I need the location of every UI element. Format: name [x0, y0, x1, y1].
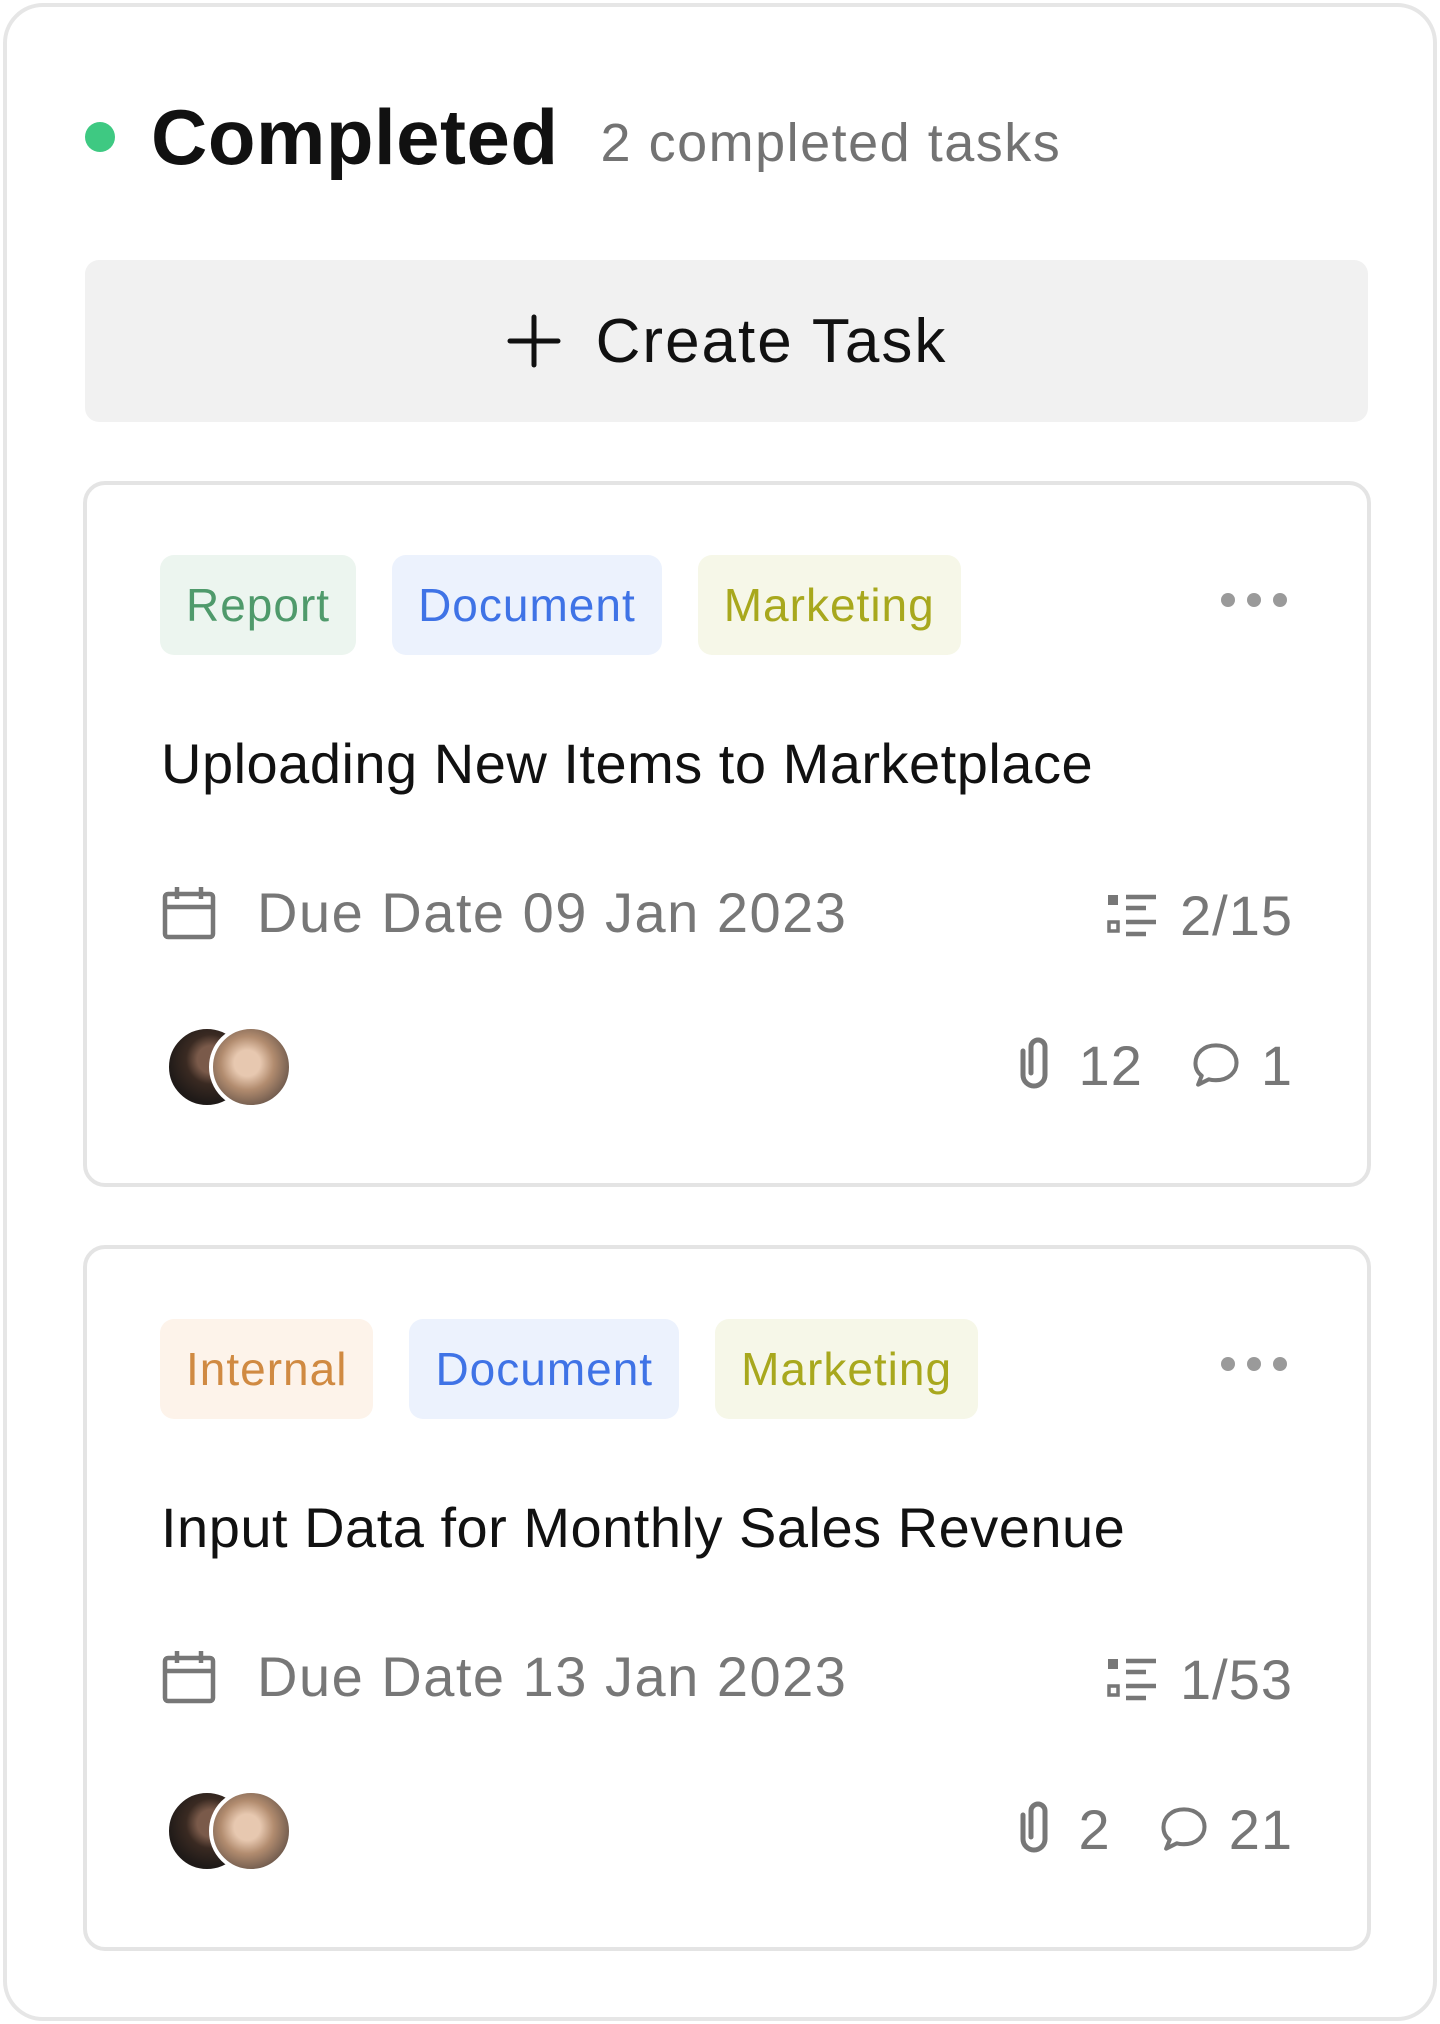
- task-count: 2 completed tasks: [600, 113, 1062, 173]
- calendar-icon: [162, 886, 216, 939]
- task-meta: 12 1: [1009, 1025, 1293, 1105]
- tag-list: Internal Document Marketing: [160, 1319, 979, 1419]
- due-date-text: Due Date 13 Jan 2023: [257, 1645, 848, 1708]
- comments[interactable]: 1: [1191, 1033, 1293, 1098]
- more-horizontal-icon[interactable]: [1221, 593, 1287, 607]
- comments[interactable]: 21: [1159, 1797, 1293, 1862]
- comment-count: 21: [1228, 1797, 1293, 1861]
- create-task-button[interactable]: Create Task: [85, 260, 1368, 422]
- assignees[interactable]: [165, 1025, 293, 1109]
- due-date-text: Due Date 09 Jan 2023: [257, 881, 848, 944]
- column-header: Completed 2 completed tasks: [85, 93, 1062, 181]
- task-meta: 2 21: [1009, 1789, 1293, 1869]
- assignees[interactable]: [165, 1789, 293, 1873]
- avatar[interactable]: [209, 1025, 293, 1109]
- subtask-progress: 1/53: [1106, 1647, 1293, 1712]
- checklist-icon: [1107, 1658, 1156, 1700]
- tag-report[interactable]: Report: [160, 555, 357, 655]
- tag-document[interactable]: Document: [392, 555, 662, 655]
- status-dot: [85, 122, 115, 152]
- tag-document[interactable]: Document: [409, 1319, 680, 1419]
- more-horizontal-icon[interactable]: [1221, 1357, 1287, 1371]
- plus-icon: [507, 314, 561, 368]
- task-title[interactable]: Input Data for Monthly Sales Revenue: [161, 1495, 1125, 1560]
- completed-column: Completed 2 completed tasks Create Task …: [3, 3, 1437, 2021]
- task-card[interactable]: Report Document Marketing Uploading New …: [83, 481, 1371, 1187]
- attachment-count: 2: [1078, 1797, 1111, 1861]
- comment-icon: [1161, 1807, 1207, 1851]
- subtask-count: 1/53: [1180, 1648, 1293, 1711]
- attachment-count: 12: [1078, 1033, 1143, 1097]
- create-task-label: Create Task: [595, 306, 948, 376]
- avatar[interactable]: [209, 1789, 293, 1873]
- task-card[interactable]: Internal Document Marketing Input Data f…: [83, 1245, 1371, 1951]
- due-date: Due Date 13 Jan 2023: [161, 1644, 847, 1709]
- checklist-icon: [1107, 894, 1156, 936]
- comment-count: 1: [1260, 1033, 1293, 1097]
- subtask-count: 2/15: [1180, 884, 1293, 947]
- paperclip-icon: [1020, 1037, 1048, 1089]
- paperclip-icon: [1020, 1801, 1048, 1853]
- tag-marketing[interactable]: Marketing: [697, 555, 961, 655]
- attachments[interactable]: 12: [1009, 1033, 1143, 1098]
- comment-icon: [1193, 1043, 1239, 1087]
- tag-list: Report Document Marketing: [160, 555, 961, 655]
- due-date: Due Date 09 Jan 2023: [161, 880, 847, 945]
- task-title[interactable]: Uploading New Items to Marketplace: [161, 731, 1093, 796]
- column-title: Completed: [151, 92, 559, 181]
- tag-internal[interactable]: Internal: [160, 1319, 374, 1419]
- attachments[interactable]: 2: [1009, 1797, 1111, 1862]
- subtask-progress: 2/15: [1106, 883, 1293, 948]
- calendar-icon: [162, 1650, 216, 1703]
- tag-marketing[interactable]: Marketing: [715, 1319, 979, 1419]
